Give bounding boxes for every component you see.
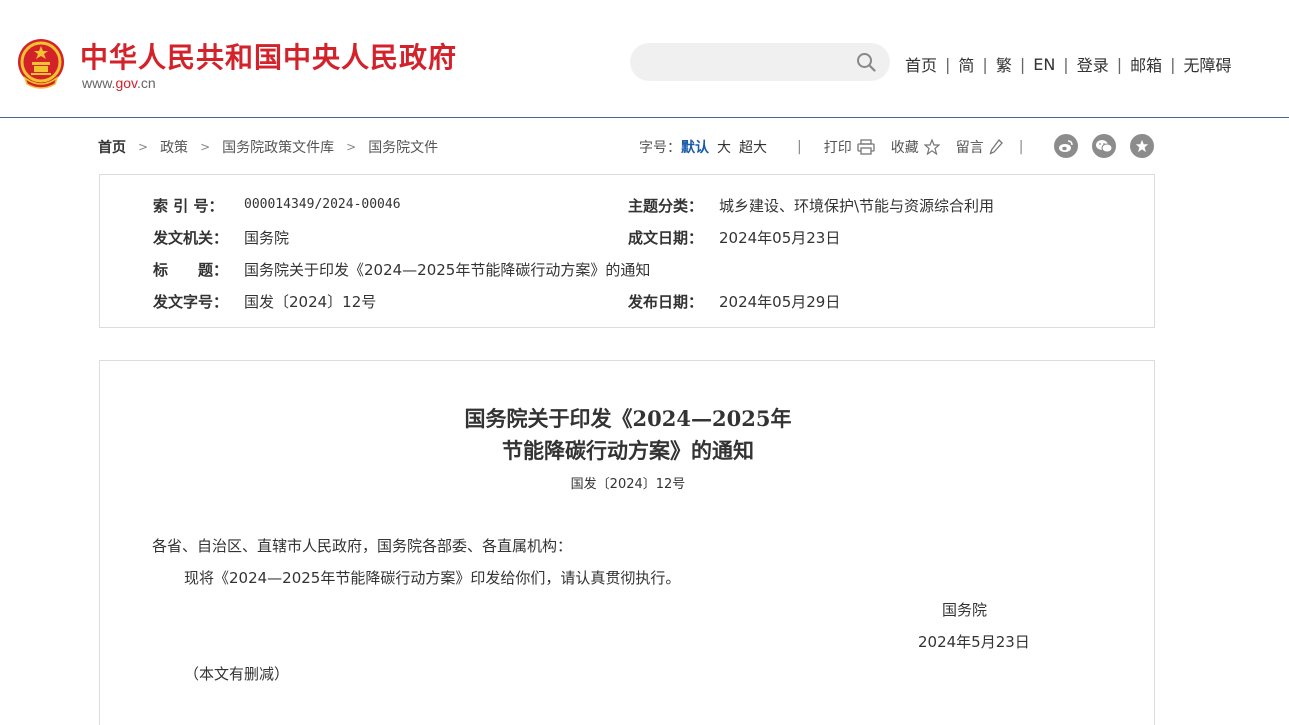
pencil-icon [989,139,1003,155]
meta-issuer-label: 发文机关： [153,229,229,247]
domain-gov: gov [115,75,137,91]
wechat-glyph-icon [1096,140,1113,153]
meta-issuer: 发文机关： 国务院 [153,227,289,248]
search-box [630,43,890,81]
meta-topic-value: 城乡建设、环境保护\节能与资源综合利用 [719,197,995,215]
meta-date-written-value: 2024年05月23日 [719,229,841,247]
nav-home[interactable]: 首页 [905,52,937,76]
chevron-right-icon: > [200,140,211,154]
top-nav: 首页 | 简 | 繁 | EN | 登录 | 邮箱 | 无障碍 [905,52,1232,76]
wechat-icon[interactable] [1092,134,1116,158]
article-body: 国务院关于印发《2024—2025年 节能降碳行动方案》的通知 国发〔2024〕… [99,360,1155,725]
article-salutation: 各省、自治区、直辖市人民政府，国务院各部委、各直属机构： [152,537,573,555]
meta-topic-label: 主题分类： [628,197,704,215]
meta-date-written-label: 成文日期： [628,229,704,247]
favorite-star-icon[interactable] [1130,134,1154,158]
nav-login[interactable]: 登录 [1077,52,1109,76]
meta-issuer-value: 国务院 [244,229,290,247]
meta-index-label: 索 引 号： [153,197,224,215]
nav-accessibility[interactable]: 无障碍 [1184,52,1232,76]
favorite-button[interactable]: 收藏 [891,137,940,157]
article-title-line2: 节能降碳行动方案》的通知 [502,438,754,463]
nav-traditional[interactable]: 繁 [996,52,1012,76]
nav-simplified[interactable]: 简 [958,52,974,76]
article-note: （本文有删减） [184,665,290,683]
breadcrumb-home[interactable]: 首页 [98,137,126,157]
article-paragraph: 现将《2024—2025年节能降碳行动方案》印发给你们，请认真贯彻执行。 [184,569,681,587]
domain-suffix: .cn [137,75,156,91]
page-tools: 字号： 默认 大 超大 | 打印 收藏 留言 | [639,137,1024,157]
article-doc-number: 国发〔2024〕12号 [570,477,686,492]
article-title-line1: 国务院关于印发《2024—2025年 [464,406,792,431]
domain-prefix: www. [82,75,116,91]
weibo-glyph-icon [1059,140,1073,152]
document-metadata: 索 引 号： 000014349/2024-00046 主题分类： 城乡建设、环… [99,174,1155,328]
comment-label: 留言 [955,140,984,156]
site-title[interactable]: 中华人民共和国中央人民政府 [80,36,457,76]
breadcrumb-state-council-docs[interactable]: 国务院文件 [368,137,438,157]
article-sign-date: 2024年5月23日 [918,633,1030,651]
article-signer: 国务院 [942,601,988,619]
star-outline-icon [923,139,940,155]
font-size-label: 字号： [639,140,681,156]
favorite-label: 收藏 [890,140,919,156]
site-header: 中华人民共和国中央人民政府 www.gov.cn 首页 | 简 | 繁 | EN | 登… [0,0,1289,118]
meta-doc-no-label: 发文字号： [153,293,229,311]
print-button[interactable]: 打印 [824,137,875,157]
meta-publish-date-label: 发布日期： [628,293,704,311]
print-label: 打印 [823,140,852,156]
national-emblem-icon[interactable] [17,38,65,90]
printer-icon [857,139,875,155]
font-size-default[interactable]: 默认 [681,137,709,157]
meta-doc-no-value: 国发〔2024〕12号 [244,293,377,311]
article-title: 国务院关于印发《2024—2025年 节能降碳行动方案》的通知 [100,403,1156,467]
breadcrumb-bar: 首页 > 政策 > 国务院政策文件库 > 国务院文件 字号： 默认 大 超大 |… [98,134,1158,158]
meta-date-written: 成文日期： 2024年05月23日 [628,227,840,248]
star-glyph-icon [1135,139,1149,153]
breadcrumb: 首页 > 政策 > 国务院政策文件库 > 国务院文件 [98,137,438,157]
nav-english[interactable]: EN [1033,55,1055,74]
nav-mail[interactable]: 邮箱 [1130,52,1162,76]
chevron-right-icon: > [346,140,357,154]
breadcrumb-policy-library[interactable]: 国务院政策文件库 [222,137,334,157]
meta-publish-date-value: 2024年05月29日 [719,293,841,311]
chevron-right-icon: > [138,140,149,154]
meta-title-value: 国务院关于印发《2024—2025年节能降碳行动方案》的通知 [244,261,651,279]
search-input[interactable] [646,43,846,81]
comment-button[interactable]: 留言 [956,137,1003,157]
meta-index-value: 000014349/2024-00046 [244,197,401,212]
font-size-large[interactable]: 大 [717,137,731,157]
meta-title: 标 题： 国务院关于印发《2024—2025年节能降碳行动方案》的通知 [153,259,650,280]
meta-index: 索 引 号： 000014349/2024-00046 [153,195,401,216]
meta-title-label: 标 题： [153,261,229,279]
weibo-icon[interactable] [1054,134,1078,158]
font-size-xlarge[interactable]: 超大 [739,137,767,157]
meta-doc-no: 发文字号： 国发〔2024〕12号 [153,291,376,312]
meta-topic: 主题分类： 城乡建设、环境保护\节能与资源综合利用 [628,195,994,216]
share-icons [1054,134,1168,158]
site-domain[interactable]: www.gov.cn [82,75,156,91]
meta-publish-date: 发布日期： 2024年05月29日 [628,291,840,312]
breadcrumb-policy[interactable]: 政策 [160,137,188,157]
search-icon[interactable] [856,52,876,72]
